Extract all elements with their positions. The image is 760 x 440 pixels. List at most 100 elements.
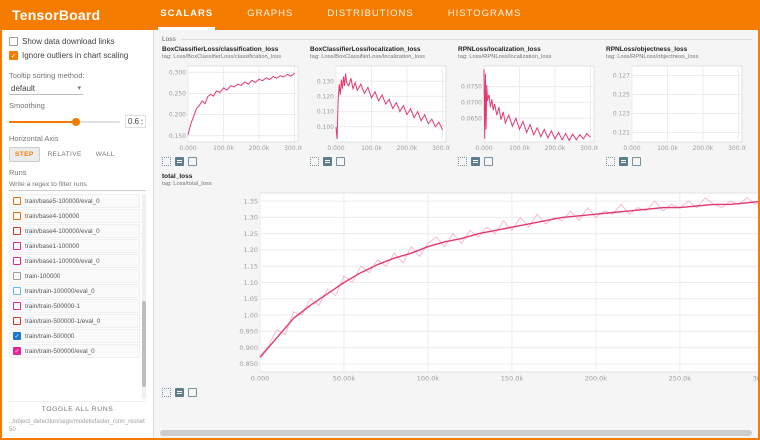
main-panel: Loss BoxClassifierLoss/classification_lo… [154, 30, 758, 438]
fullscreen-icon[interactable] [188, 157, 197, 166]
run-checkbox[interactable] [13, 257, 21, 265]
chart-card-rpn-localization-loss: RPNLoss/localization_loss tag: Loss/RPNL… [458, 46, 598, 166]
fullscreen-icon[interactable] [632, 157, 641, 166]
axis-wall-button[interactable]: WALL [90, 147, 121, 162]
run-row[interactable]: train/base4-100000/eval_0 [9, 224, 140, 238]
run-checkbox[interactable] [13, 197, 21, 205]
data-table-icon[interactable] [323, 157, 332, 166]
run-label: train-100000 [25, 273, 60, 280]
data-table-icon[interactable] [175, 157, 184, 166]
svg-text:100.0k: 100.0k [657, 145, 678, 152]
run-checkbox[interactable] [13, 227, 21, 235]
run-row[interactable]: train/train-500000/eval_0 [9, 344, 140, 358]
data-table-icon[interactable] [175, 388, 184, 397]
app-title: TensorBoard [12, 0, 100, 30]
checkbox-icon[interactable] [9, 37, 18, 46]
tab-scalars[interactable]: SCALARS [158, 0, 215, 30]
box-localization-loss-chart[interactable]: 0.1300.1200.1100.1000.000100.0k200.0k300… [310, 62, 450, 154]
run-label: train/base1-100000/eval_0 [25, 258, 100, 265]
run-checkbox[interactable] [13, 287, 21, 295]
run-row[interactable]: train/base1-100000/eval_0 [9, 254, 140, 268]
svg-text:1.15: 1.15 [244, 263, 258, 271]
axis-step-button[interactable]: STEP [9, 147, 40, 162]
category-header[interactable]: Loss [162, 34, 752, 44]
svg-text:1.25: 1.25 [244, 230, 258, 238]
spinner-down-icon[interactable]: ▾ [141, 122, 143, 126]
run-row[interactable]: train/train-500000-1/eval_0 [9, 314, 140, 328]
tab-distributions[interactable]: DISTRIBUTIONS [325, 0, 415, 30]
slider-thumb-icon[interactable] [72, 118, 80, 126]
toggle-all-runs-button[interactable]: TOGGLE ALL RUNS [9, 401, 146, 416]
value-stepper[interactable]: ▴▾ [141, 118, 143, 125]
run-list-scrollbar[interactable] [142, 194, 146, 399]
checkbox-icon[interactable] [9, 51, 18, 60]
svg-text:0.000: 0.000 [327, 145, 344, 152]
tooltip-sort-dropdown[interactable]: default ▾ [9, 83, 83, 95]
horizontal-scrollbar[interactable] [160, 430, 752, 436]
run-row[interactable]: train/base5-100000/eval_0 [9, 194, 140, 208]
ignore-outliers-option[interactable]: Ignore outliers in chart scaling [9, 51, 146, 60]
rpn-localization-loss-chart[interactable]: 0.07500.07000.06500.000100.0k200.0k300.0… [458, 62, 598, 154]
smoothing-value: 0.6 [128, 117, 139, 126]
svg-text:0.950: 0.950 [239, 328, 258, 336]
fullscreen-icon[interactable] [188, 388, 197, 397]
fullscreen-icon[interactable] [484, 157, 493, 166]
chart-toolbar [458, 157, 598, 166]
classification-loss-chart[interactable]: 0.3000.2500.2000.1500.000100.0k200.0k300… [162, 62, 302, 154]
svg-text:0.000: 0.000 [251, 375, 270, 383]
data-table-icon[interactable] [471, 157, 480, 166]
run-checkbox[interactable] [13, 212, 21, 220]
total-loss-chart[interactable]: 1.351.301.251.201.151.101.051.000.9500.9… [226, 189, 760, 385]
run-checkbox[interactable] [13, 242, 21, 250]
svg-text:50.00k: 50.00k [333, 375, 356, 383]
expand-icon[interactable] [162, 157, 171, 166]
svg-text:200.0k: 200.0k [545, 145, 566, 152]
svg-text:100.0k: 100.0k [417, 375, 440, 383]
chart-toolbar [606, 157, 746, 166]
svg-text:300.0k: 300.0k [753, 375, 760, 383]
run-checkbox[interactable] [13, 332, 21, 340]
data-table-icon[interactable] [619, 157, 628, 166]
objectness-loss-chart[interactable]: 0.1270.1250.1230.1210.000100.0k200.0k300… [606, 62, 746, 154]
run-filter-input[interactable] [9, 179, 146, 191]
svg-text:0.127: 0.127 [613, 73, 630, 80]
chart-card-box-localization-loss: BoxClassifierLoss/localization_loss tag:… [310, 46, 450, 166]
svg-text:0.900: 0.900 [239, 344, 258, 352]
expand-icon[interactable] [458, 157, 467, 166]
tab-histograms[interactable]: HISTOGRAMS [446, 0, 524, 30]
run-row[interactable]: train/train-500000 [9, 329, 140, 343]
expand-icon[interactable] [310, 157, 319, 166]
scrollbar-thumb[interactable] [142, 301, 146, 387]
run-row[interactable]: train/base1-100000 [9, 239, 140, 253]
svg-text:0.150: 0.150 [169, 133, 186, 140]
tab-graphs[interactable]: GRAPHS [245, 0, 295, 30]
svg-text:0.120: 0.120 [317, 94, 334, 101]
run-checkbox[interactable] [13, 302, 21, 310]
chart-card-classification-loss: BoxClassifierLoss/classification_loss ta… [162, 46, 302, 166]
svg-text:0.300: 0.300 [169, 70, 186, 77]
tensorboard-app: TensorBoard SCALARS GRAPHS DISTRIBUTIONS… [0, 0, 760, 440]
axis-relative-button[interactable]: RELATIVE [42, 147, 88, 162]
smoothing-slider[interactable] [9, 121, 120, 123]
expand-icon[interactable] [606, 157, 615, 166]
expand-icon[interactable] [162, 388, 171, 397]
content-area: Show data download links Ignore outliers… [2, 30, 758, 438]
svg-text:0.000: 0.000 [475, 145, 492, 152]
run-checkbox[interactable] [13, 317, 21, 325]
app-header: TensorBoard SCALARS GRAPHS DISTRIBUTIONS… [2, 0, 758, 30]
run-checkbox[interactable] [13, 272, 21, 280]
svg-text:100.0k: 100.0k [213, 145, 234, 152]
run-row[interactable]: train/train-100000/eval_0 [9, 284, 140, 298]
show-download-links-option[interactable]: Show data download links [9, 37, 146, 46]
run-label: train/train-100000/eval_0 [25, 288, 95, 295]
tooltip-sort-label: Tooltip sorting method: [9, 71, 146, 80]
svg-text:0.0650: 0.0650 [461, 115, 482, 122]
run-row[interactable]: train/train-500000-1 [9, 299, 140, 313]
run-row[interactable]: train-100000 [9, 269, 140, 283]
run-checkbox[interactable] [13, 347, 21, 355]
smoothing-control: 0.6 ▴▾ [9, 115, 146, 128]
smoothing-value-field[interactable]: 0.6 ▴▾ [125, 115, 146, 128]
svg-text:0.125: 0.125 [613, 92, 630, 99]
run-row[interactable]: train/base4-100000 [9, 209, 140, 223]
fullscreen-icon[interactable] [336, 157, 345, 166]
